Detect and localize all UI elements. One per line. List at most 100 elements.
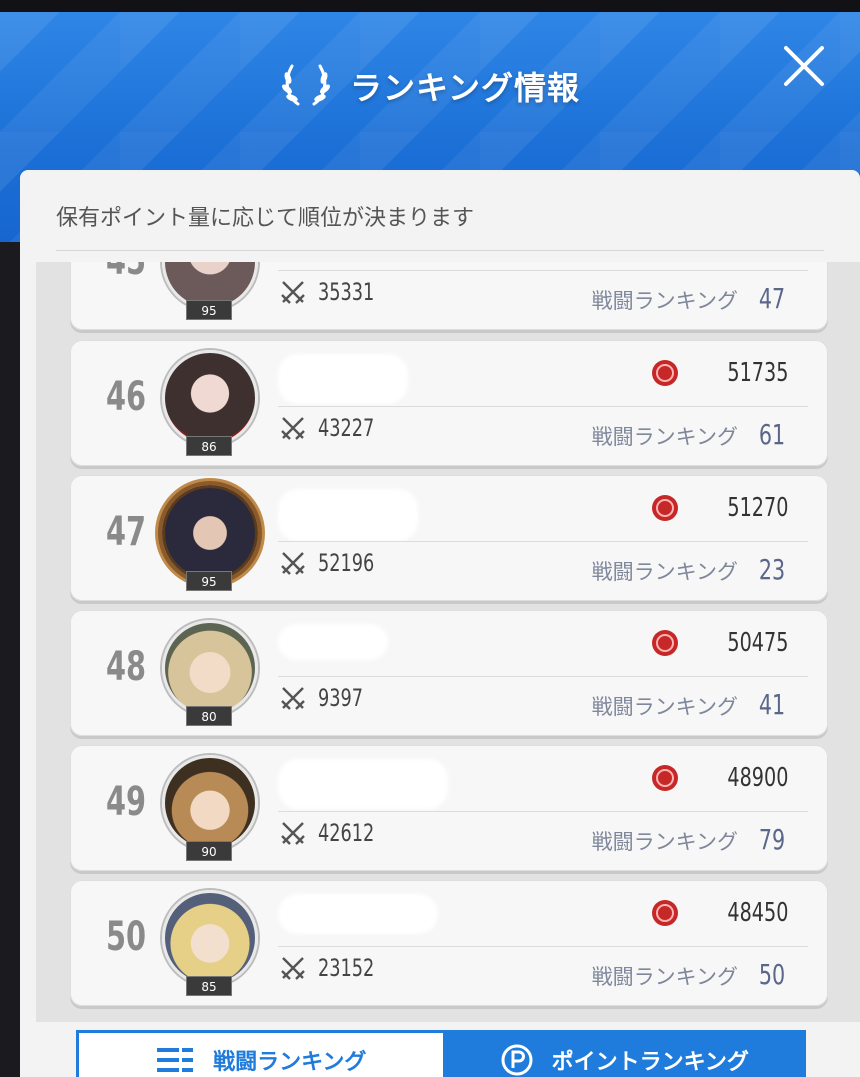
point-gem-icon	[651, 765, 678, 791]
rank-number: 47	[105, 509, 147, 555]
combat-power: 52196	[280, 549, 387, 577]
combat-power-value: 35331	[318, 278, 375, 306]
level-badge: 86	[186, 436, 232, 456]
battle-ranking-label: 戦闘ランキング	[591, 830, 738, 854]
avatar	[162, 350, 258, 446]
combat-power-value: 52196	[318, 549, 375, 577]
battle-ranking-label: 戦闘ランキング	[591, 560, 738, 584]
battle-ranking: 戦闘ランキング 61	[592, 418, 788, 451]
rank-number: 45	[102, 262, 150, 284]
combat-power-value: 43227	[318, 414, 375, 442]
dialog-title: ランキング情報	[349, 69, 581, 107]
point-value: 48900	[726, 763, 788, 793]
laurel-icon	[280, 58, 332, 114]
ranking-row[interactable]: 49 90 48900 42612 戦闘ランキング 79	[70, 745, 828, 871]
tab-battle-ranking[interactable]: 戦闘ランキング	[76, 1030, 443, 1077]
point-gem-icon	[651, 630, 678, 656]
combat-power-value: 9397	[318, 684, 364, 712]
level-badge: 95	[186, 300, 232, 320]
panel-subtitle: 保有ポイント量に応じて順位が決まります	[56, 206, 475, 231]
battle-ranking-value: 47	[758, 282, 786, 315]
battle-ranking-label: 戦闘ランキング	[591, 425, 738, 449]
combat-power: 23152	[280, 954, 387, 982]
ranking-list[interactable]: 45 95 35331 戦闘ランキング 47 46 86 51735	[36, 262, 860, 1022]
crossed-swords-icon	[281, 552, 305, 575]
row-divider	[278, 811, 808, 812]
battle-ranking: 戦闘ランキング 23	[592, 553, 788, 586]
battle-ranking-value: 61	[758, 418, 786, 451]
battle-ranking: 戦闘ランキング 47	[592, 282, 788, 315]
crossed-swords-icon	[281, 687, 305, 710]
crossed-swords-icon	[281, 957, 305, 980]
combat-power-value: 42612	[318, 819, 375, 847]
ranking-panel: 保有ポイント量に応じて順位が決まります 45 95 35331 戦闘ランキング …	[20, 170, 860, 1077]
combat-power: 43227	[280, 414, 387, 442]
row-divider	[278, 270, 808, 271]
battle-ranking-value: 23	[758, 553, 786, 586]
battle-ranking-label: 戦闘ランキング	[591, 965, 738, 989]
level-badge: 90	[186, 841, 232, 861]
ranking-row[interactable]: 50 85 48450 23152 戦闘ランキング 50	[70, 880, 828, 1006]
battle-ranking: 戦闘ランキング 79	[592, 823, 788, 856]
row-divider	[278, 676, 808, 677]
list-icon	[157, 1048, 194, 1072]
top-strip	[0, 0, 860, 12]
battle-ranking: 戦闘ランキング 41	[592, 688, 788, 721]
crossed-swords-icon	[281, 822, 305, 845]
ranking-row[interactable]: 48 80 50475 9397 戦闘ランキング 41	[70, 610, 828, 736]
point-total: 48450	[650, 898, 788, 928]
ranking-row[interactable]: 45 95 35331 戦闘ランキング 47	[70, 262, 828, 330]
combat-power: 42612	[280, 819, 387, 847]
player-name-redacted	[278, 894, 438, 934]
tab-point-ranking-label: ポイントランキング	[551, 1050, 749, 1075]
close-button[interactable]	[782, 44, 826, 88]
battle-ranking: 戦闘ランキング 50	[592, 958, 788, 991]
crossed-swords-icon	[281, 417, 305, 440]
level-badge: 85	[186, 976, 232, 996]
avatar	[162, 485, 258, 581]
rank-number: 50	[105, 914, 147, 960]
point-total: 50475	[650, 628, 788, 658]
level-badge: 80	[186, 706, 232, 726]
point-value: 51270	[726, 493, 788, 523]
ranking-row[interactable]: 47 95 51270 52196 戦闘ランキング 23	[70, 475, 828, 601]
player-name-redacted	[278, 354, 408, 404]
tab-point-ranking[interactable]: ポイントランキング	[442, 1030, 806, 1077]
point-gem-icon	[651, 495, 678, 521]
avatar	[162, 755, 258, 851]
close-icon	[784, 46, 824, 86]
point-p-icon	[501, 1044, 533, 1076]
avatar	[162, 620, 258, 716]
crossed-swords-icon	[281, 281, 305, 304]
battle-ranking-value: 79	[758, 823, 786, 856]
battle-ranking-label: 戦闘ランキング	[591, 695, 738, 719]
point-total: 51735	[650, 358, 788, 388]
player-name-redacted	[278, 759, 448, 809]
rank-number: 48	[105, 644, 147, 690]
point-total: 51270	[650, 493, 788, 523]
row-divider	[278, 541, 808, 542]
dialog-header: ランキング情報	[0, 58, 860, 114]
combat-power-value: 23152	[318, 954, 375, 982]
row-divider	[278, 946, 808, 947]
tab-battle-ranking-label: 戦闘ランキング	[213, 1050, 367, 1075]
point-value: 50475	[726, 628, 788, 658]
rank-number: 49	[105, 779, 147, 825]
battle-ranking-value: 41	[758, 688, 786, 721]
combat-power: 35331	[280, 278, 387, 306]
point-total: 48900	[650, 763, 788, 793]
point-gem-icon	[651, 900, 678, 926]
level-badge: 95	[186, 571, 232, 591]
point-value: 48450	[726, 898, 788, 928]
ranking-tabs: 戦闘ランキング ポイントランキング	[76, 1030, 806, 1077]
player-name-redacted	[278, 489, 418, 541]
divider	[56, 250, 824, 251]
avatar	[162, 890, 258, 986]
row-divider	[278, 406, 808, 407]
battle-ranking-value: 50	[758, 958, 786, 991]
ranking-row[interactable]: 46 86 51735 43227 戦闘ランキング 61	[70, 340, 828, 466]
rank-number: 46	[105, 374, 147, 420]
combat-power: 9397	[280, 684, 373, 712]
point-value: 51735	[726, 358, 788, 388]
battle-ranking-label: 戦闘ランキング	[591, 289, 738, 313]
